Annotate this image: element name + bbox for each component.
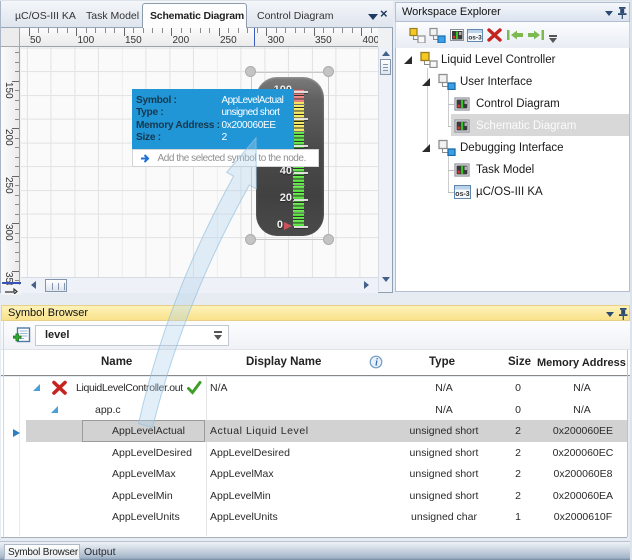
svg-text:os-3: os-3 <box>468 35 482 42</box>
svg-text:os-3: os-3 <box>455 191 470 198</box>
svg-text:i: i <box>375 358 378 369</box>
